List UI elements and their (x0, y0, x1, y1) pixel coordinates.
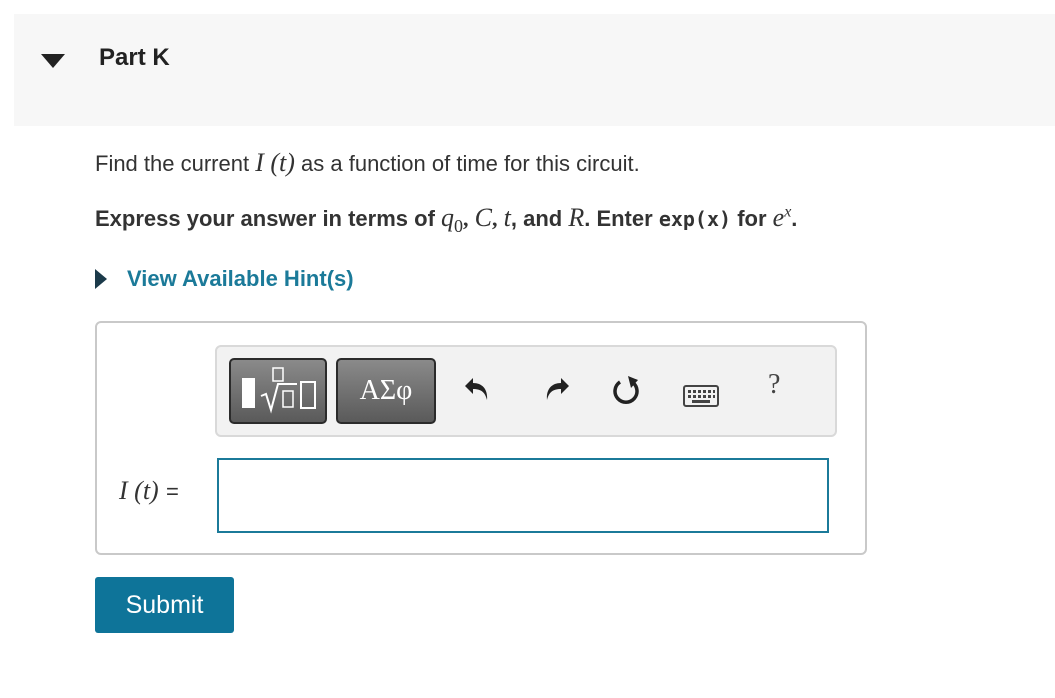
question-text: Find the current I (t) as a function of … (95, 148, 640, 178)
variable-C: C (474, 203, 492, 232)
sep-and: , and (510, 206, 563, 231)
help-button[interactable]: ? (768, 369, 780, 401)
reset-icon[interactable] (611, 374, 641, 406)
undo-icon[interactable] (463, 374, 493, 404)
sep: , (492, 206, 498, 231)
greek-symbols-button[interactable]: ΑΣφ (336, 358, 436, 424)
variable-R: R (568, 203, 585, 232)
view-hints-label: View Available Hint(s) (127, 266, 354, 291)
greek-symbols-label: ΑΣφ (359, 375, 413, 406)
templates-icon (242, 367, 316, 414)
part-title: Part K (99, 44, 170, 71)
answer-input[interactable] (217, 458, 829, 533)
question-function: I (t) (255, 148, 295, 177)
answer-instructions: Express your answer in terms of q0, C, t… (95, 203, 797, 237)
instructions-mid: . Enter (584, 206, 653, 231)
code-exp: exp(x) (658, 207, 732, 231)
part-header: Part K (14, 14, 1055, 126)
exponential-expression: ex (772, 203, 792, 232)
view-hints-link[interactable]: View Available Hint(s) (95, 266, 354, 292)
instructions-end: . (791, 206, 798, 231)
math-toolbar: ΑΣφ ? (215, 345, 837, 437)
submit-button[interactable]: Submit (95, 577, 234, 633)
question-prefix: Find the current (95, 151, 250, 176)
variable-t: t (503, 203, 511, 232)
keyboard-icon[interactable] (683, 385, 719, 407)
variable-q0: q0 (441, 203, 464, 237)
question-suffix: as a function of time for this circuit. (301, 151, 640, 176)
templates-button[interactable] (229, 358, 327, 424)
redo-icon[interactable] (541, 374, 571, 404)
sep: , (463, 206, 469, 231)
answer-box: ΑΣφ ? I (t) = (95, 321, 867, 555)
instructions-prefix: Express your answer in terms of (95, 206, 435, 231)
instructions-for: for (737, 206, 767, 231)
caret-right-icon (95, 269, 107, 289)
equals-sign: = (165, 479, 179, 504)
collapse-triangle-icon[interactable] (41, 54, 65, 68)
answer-variable: I (t) (119, 476, 159, 505)
answer-label: I (t) = (119, 475, 179, 506)
